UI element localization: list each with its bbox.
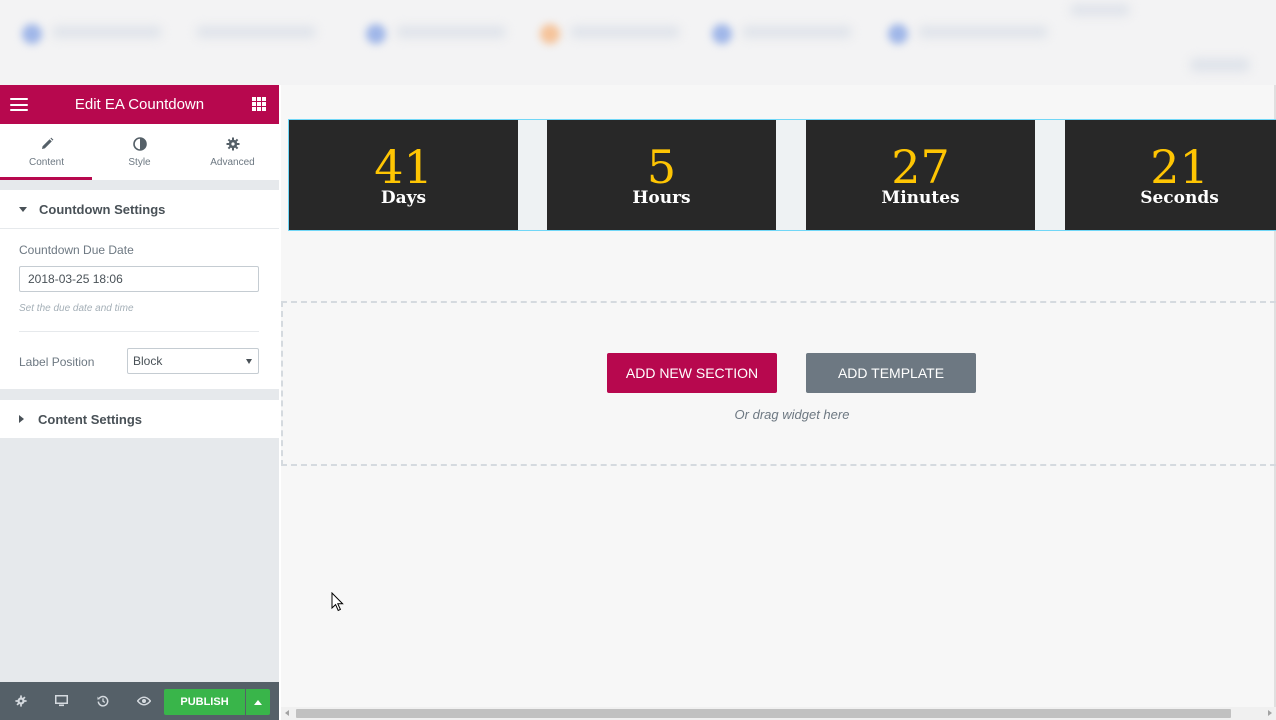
due-date-input[interactable] <box>19 266 259 292</box>
scroll-right-icon[interactable] <box>1268 710 1272 716</box>
add-section-drop-zone[interactable] <box>281 301 1276 466</box>
countdown-minutes-label: Minutes <box>881 188 960 208</box>
countdown-days-value: 41 <box>374 140 433 194</box>
eye-icon <box>136 696 151 706</box>
countdown-settings-heading: Countdown Settings <box>39 201 166 217</box>
countdown-seconds-value: 21 <box>1150 140 1209 194</box>
label-position-value: Block <box>133 354 163 368</box>
panel-tabs: Content Style Advanced <box>0 124 279 180</box>
horizontal-scrollbar[interactable] <box>281 707 1276 720</box>
mouse-cursor-icon <box>331 592 344 612</box>
countdown-days-label: Days <box>380 188 427 208</box>
preview-button[interactable] <box>123 682 164 720</box>
due-date-help: Set the due date and time <box>19 303 134 314</box>
field-divider <box>19 331 259 332</box>
content-settings-section: Content Settings <box>0 400 279 438</box>
drag-widget-hint: Or drag widget here <box>734 407 850 422</box>
add-template-button[interactable]: ADD TEMPLATE <box>806 353 976 393</box>
scroll-left-icon[interactable] <box>285 710 289 716</box>
hamburger-icon[interactable] <box>10 98 28 111</box>
caret-down-icon <box>19 206 27 212</box>
content-settings-toggle[interactable]: Content Settings <box>0 400 279 438</box>
countdown-days: 41 Days <box>289 120 518 230</box>
grid-icon[interactable] <box>252 97 266 111</box>
history-icon <box>96 695 108 707</box>
scrollbar-thumb[interactable] <box>296 709 1231 718</box>
content-settings-heading: Content Settings <box>38 411 142 427</box>
caret-right-icon <box>19 415 24 423</box>
publish-button[interactable]: PUBLISH <box>164 689 245 715</box>
tab-content-label: Content <box>28 156 65 168</box>
countdown-minutes-value: 27 <box>891 140 950 194</box>
panel-header: Edit EA Countdown <box>0 85 279 124</box>
countdown-hours: 5 Hours <box>547 120 776 230</box>
countdown-seconds-label: Seconds <box>1140 188 1219 208</box>
editor-panel: Edit EA Countdown Content Style Advanced… <box>0 85 279 720</box>
caret-up-icon <box>254 699 262 705</box>
dropdown-arrow-icon <box>246 359 252 364</box>
settings-button[interactable] <box>0 682 41 720</box>
responsive-mode-button[interactable] <box>41 682 82 720</box>
tab-style[interactable]: Style <box>93 124 186 180</box>
gear-icon <box>226 137 239 150</box>
contrast-icon <box>132 136 147 151</box>
panel-title: Edit EA Countdown <box>74 96 205 113</box>
section-divider <box>0 228 279 229</box>
gear-icon <box>14 695 27 707</box>
pencil-icon <box>41 137 53 149</box>
due-date-label: Countdown Due Date <box>19 243 134 257</box>
countdown-seconds: 21 Seconds <box>1065 120 1276 230</box>
tab-style-label: Style <box>128 156 151 168</box>
tab-advanced[interactable]: Advanced <box>186 124 279 180</box>
publish-options-button[interactable] <box>246 689 270 715</box>
label-position-select[interactable]: Block <box>127 348 259 374</box>
tab-content[interactable]: Content <box>0 124 93 180</box>
browser-toolbar <box>0 0 1276 85</box>
label-position-label: Label Position <box>19 355 95 369</box>
countdown-hours-value: 5 <box>646 140 677 194</box>
add-new-section-button[interactable]: ADD NEW SECTION <box>607 353 777 393</box>
history-button[interactable] <box>82 682 123 720</box>
countdown-minutes: 27 Minutes <box>806 120 1035 230</box>
tab-advanced-label: Advanced <box>210 156 255 168</box>
countdown-hours-label: Hours <box>632 188 691 208</box>
countdown-settings-toggle[interactable]: Countdown Settings <box>0 190 279 228</box>
desktop-icon <box>55 695 68 707</box>
